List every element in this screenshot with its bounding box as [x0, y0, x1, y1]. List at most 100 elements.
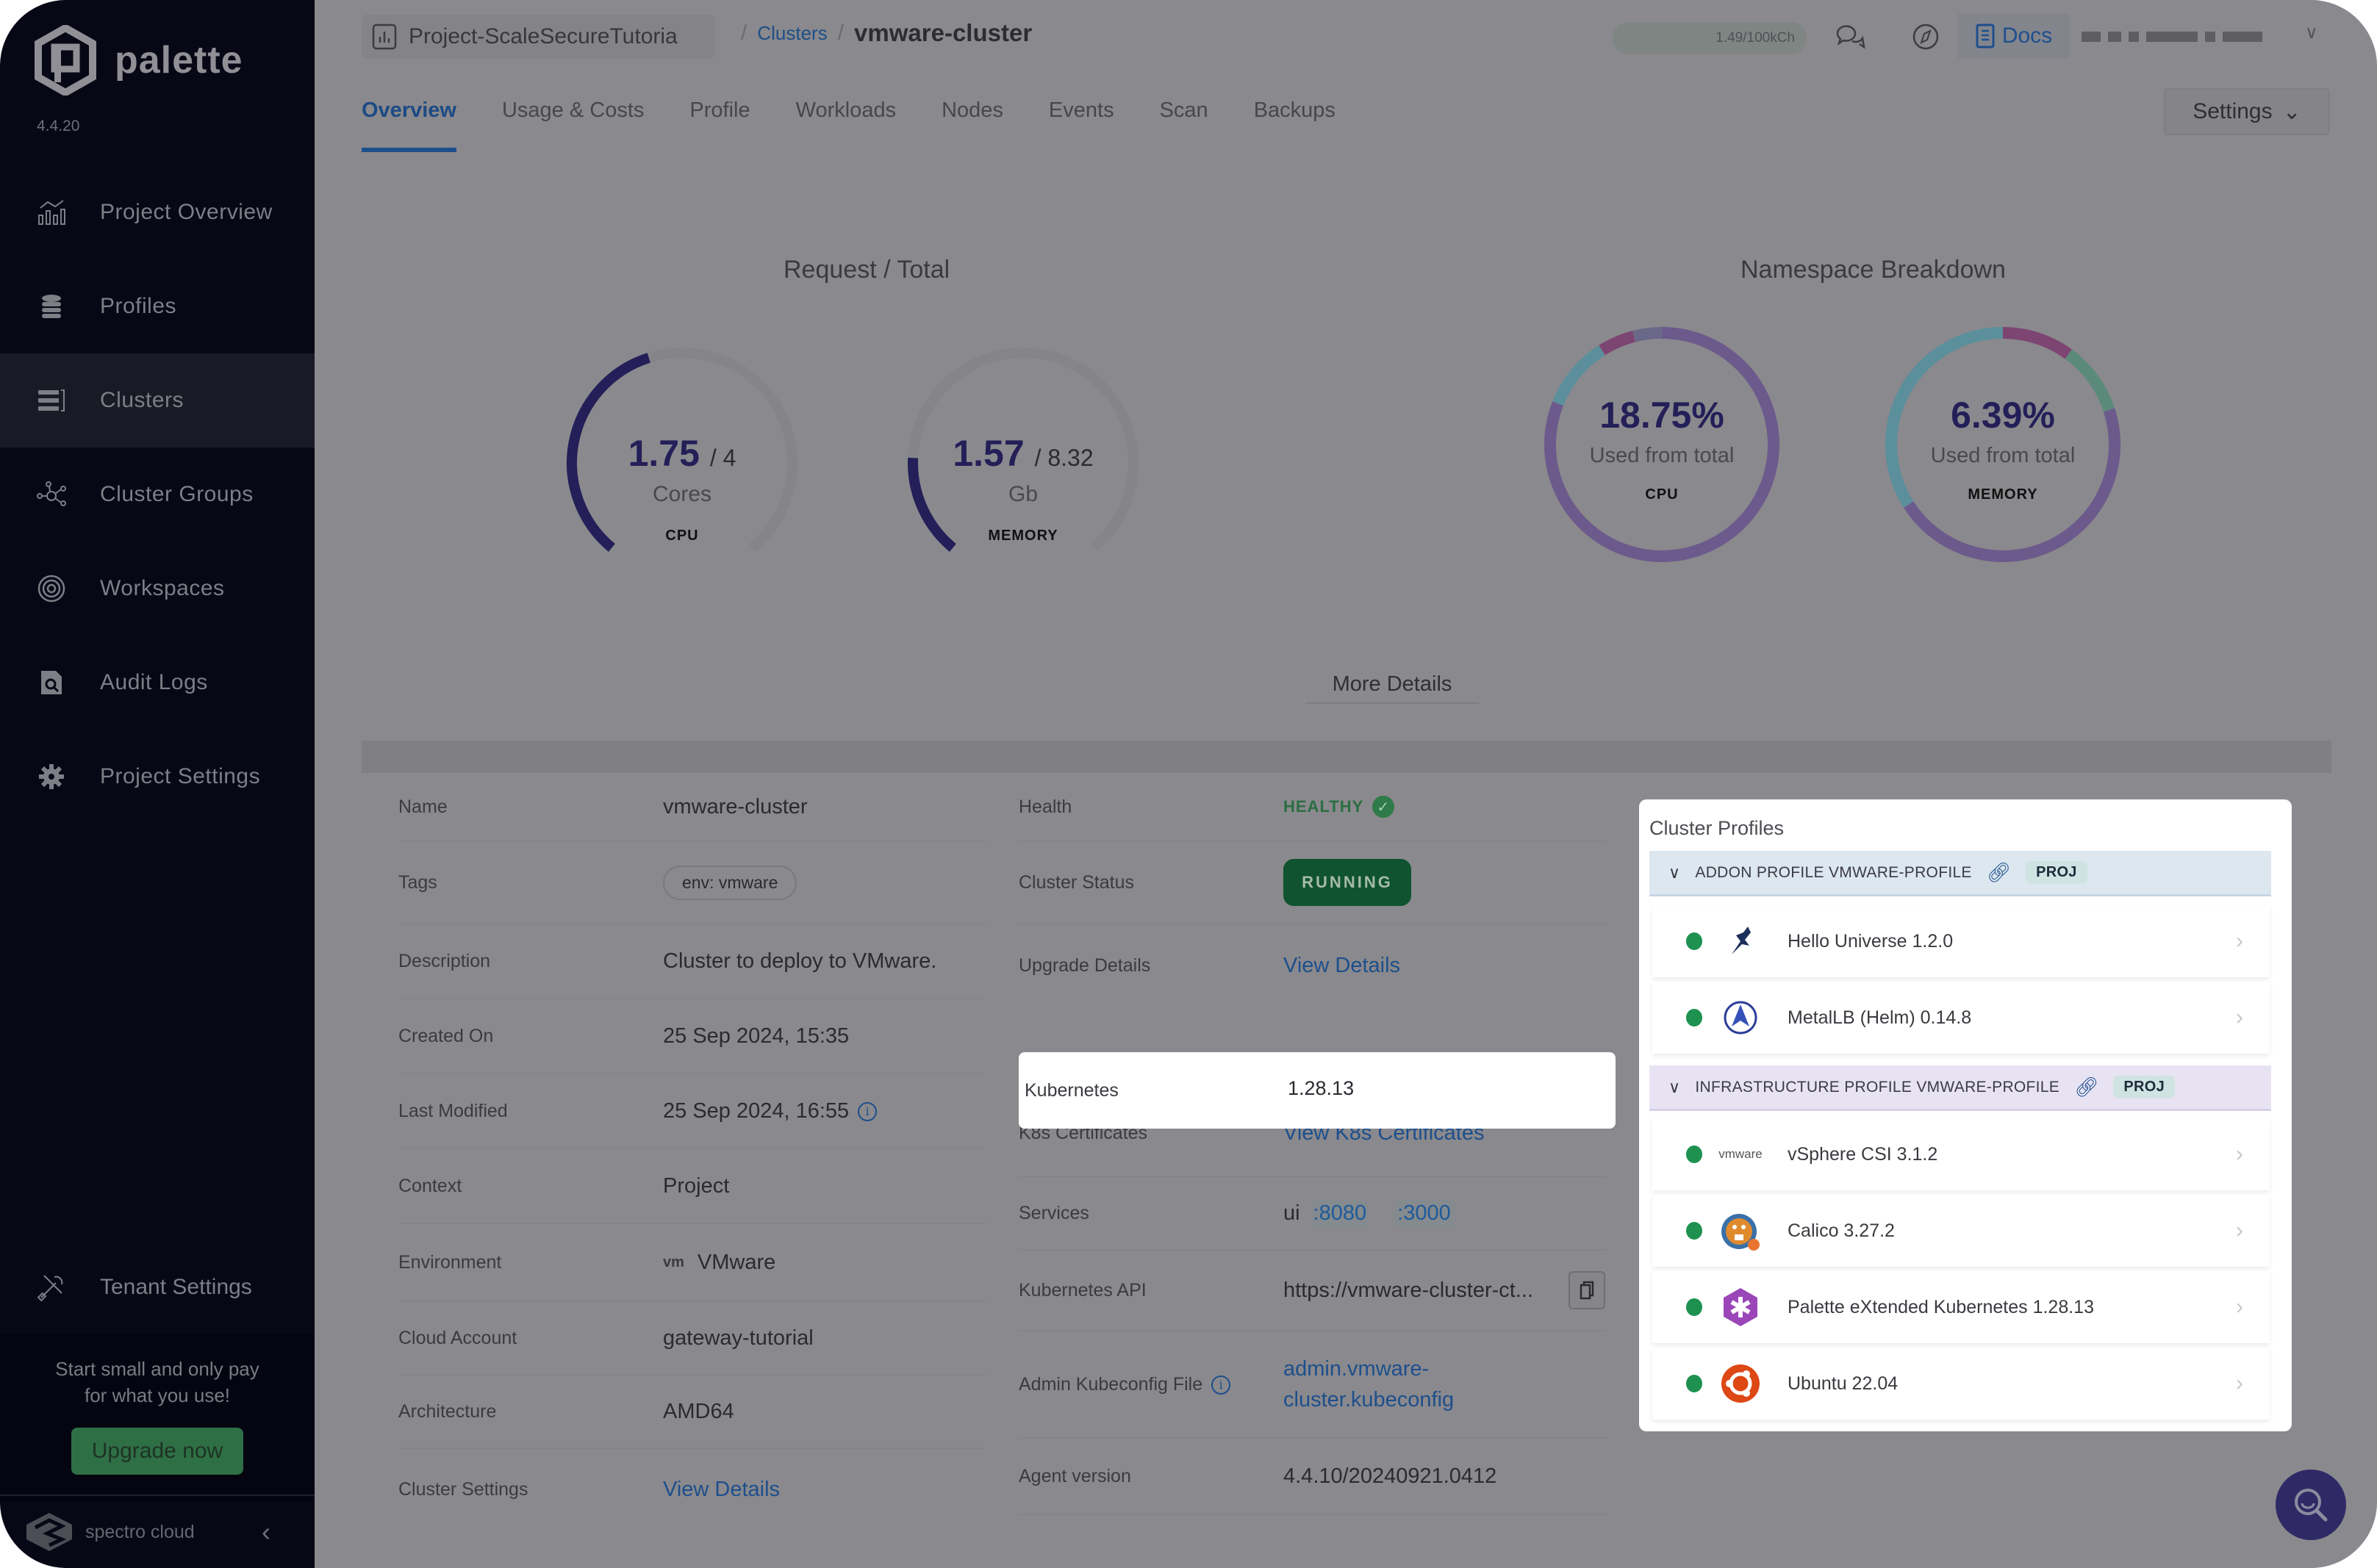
detail-row-cloud-account: Cloud Account gateway-tutorial: [398, 1302, 986, 1375]
app-frame: palette 4.4.20 Project Overview Profiles: [0, 0, 2377, 1568]
vmware-icon: vmware: [1718, 1147, 1763, 1161]
cloud-account-value: gateway-tutorial: [663, 1326, 814, 1350]
info-icon[interactable]: i: [1211, 1375, 1231, 1395]
sidebar-item-workspaces[interactable]: Workspaces: [0, 542, 315, 636]
description-value: Cluster to deploy to VMware.: [663, 949, 937, 973]
sidebar-item-profiles[interactable]: Profiles: [0, 259, 315, 353]
tab-workloads[interactable]: Workloads: [796, 82, 896, 152]
palette-logo-icon: [35, 25, 96, 96]
cpu-gauge-value-wrap: 1.75 / 4: [557, 432, 807, 475]
upgrade-view-details-link[interactable]: View Details: [1283, 954, 1400, 978]
link-icon[interactable]: 🔗︎: [2074, 1076, 2098, 1098]
upgrade-now-button[interactable]: Upgrade now: [71, 1428, 243, 1475]
pack-name: Ubuntu 22.04: [1788, 1373, 1899, 1394]
settings-dropdown-button[interactable]: Settings ⌄: [2164, 88, 2330, 135]
chevron-right-icon: ›: [2236, 1142, 2243, 1166]
proj-badge: PROJ: [2113, 1076, 2176, 1098]
link-icon[interactable]: 🔗︎: [1987, 861, 2011, 884]
infrastructure-profile-header[interactable]: ∨ INFRASTRUCTURE PROFILE VMWARE-PROFILE …: [1649, 1065, 2271, 1111]
environment-value: VMware: [697, 1250, 776, 1274]
pack-row-vsphere-csi[interactable]: vmware vSphere CSI 3.1.2 ›: [1652, 1118, 2270, 1190]
chevron-down-icon: ⌄: [2282, 99, 2301, 124]
help-search-button[interactable]: [2276, 1470, 2346, 1540]
namespace-memory-label: MEMORY: [1968, 486, 2038, 503]
pack-row-pxk[interactable]: Palette eXtended Kubernetes 1.28.13 ›: [1652, 1271, 2270, 1343]
sidebar-item-tenant-settings[interactable]: Tenant Settings: [0, 1240, 315, 1334]
sidebar-item-project-settings[interactable]: Project Settings: [0, 730, 315, 824]
pack-row-ubuntu[interactable]: Ubuntu 22.04 ›: [1652, 1348, 2270, 1420]
pxk-icon: [1720, 1287, 1761, 1328]
detail-label-wrap: Admin Kubeconfig File i: [1019, 1374, 1231, 1395]
sidebar-item-label: Project Overview: [100, 200, 273, 224]
detail-label: Tags: [398, 871, 437, 893]
compass-icon[interactable]: [1908, 19, 1943, 54]
more-details-button[interactable]: More Details: [1305, 664, 1479, 704]
project-selector[interactable]: Project-ScaleSecureTutoria: [362, 15, 714, 59]
pack-name: Hello Universe 1.2.0: [1788, 930, 1954, 952]
addon-profile-header[interactable]: ∨ ADDON PROFILE VMWARE-PROFILE 🔗︎ PROJ: [1649, 851, 2271, 896]
pack-row-hello-universe[interactable]: Hello Universe 1.2.0 ›: [1652, 905, 2270, 977]
tab-backups[interactable]: Backups: [1254, 82, 1336, 152]
detail-row-upgrade-details: Upgrade Details View Details: [1019, 924, 1607, 1007]
network-icon: [37, 480, 66, 509]
detail-row-health: Health HEALTHY ✓: [1019, 773, 1607, 842]
proj-badge: PROJ: [2026, 861, 2087, 884]
chevron-down-icon[interactable]: ∨: [1668, 1078, 1680, 1097]
sidebar-item-label: Cluster Groups: [100, 482, 254, 506]
service-port-link[interactable]: :8080: [1310, 1199, 1370, 1227]
detail-label: Created On: [398, 1025, 494, 1046]
check-circle-icon: ✓: [1372, 796, 1395, 818]
copy-icon: [1580, 1281, 1594, 1300]
detail-row-kubernetes: Kubernetes 1.28.13: [1019, 1052, 1616, 1129]
detail-row-environment: Environment vm VMware: [398, 1224, 986, 1302]
tab-scan[interactable]: Scan: [1160, 82, 1208, 152]
tab-overview[interactable]: Overview: [362, 82, 456, 152]
pack-row-metallb[interactable]: MetalLB (Helm) 0.14.8 ›: [1652, 982, 2270, 1054]
stack-icon: [37, 292, 66, 321]
health-value: HEALTHY: [1283, 797, 1364, 816]
cluster-settings-view-details-link[interactable]: View Details: [663, 1478, 780, 1502]
sidebar-item-project-overview[interactable]: Project Overview: [0, 165, 315, 259]
namespace-memory-donut: 6.39% Used from total MEMORY: [1882, 323, 2124, 566]
kubeconfig-filename-line1: admin.vmware-: [1283, 1357, 1430, 1381]
detail-label: Health: [1019, 796, 1072, 817]
tab-usage-costs[interactable]: Usage & Costs: [502, 82, 644, 152]
namespace-cpu-donut-segment-3: [1632, 327, 1663, 342]
sidebar-item-cluster-groups[interactable]: Cluster Groups: [0, 447, 315, 542]
service-port-link[interactable]: :3000: [1394, 1199, 1454, 1227]
detail-label: Cluster Settings: [398, 1478, 528, 1500]
chevron-right-icon: ›: [2236, 1005, 2243, 1029]
agent-version-value: 4.4.10/20240921.0412: [1283, 1464, 1497, 1488]
detail-row-agent-version: Agent version 4.4.10/20240921.0412: [1019, 1439, 1607, 1515]
detail-row-services: Services ui:8080:3000: [1019, 1177, 1607, 1251]
status-dot: [1686, 1298, 1702, 1316]
user-menu-redacted[interactable]: [2082, 28, 2302, 46]
breadcrumb-clusters-link[interactable]: Clusters: [757, 22, 827, 45]
created-on-value: 25 Sep 2024, 15:35: [663, 1024, 850, 1048]
tab-profile[interactable]: Profile: [689, 82, 750, 152]
vmware-icon: vm: [663, 1254, 684, 1270]
docs-button[interactable]: Docs: [1958, 13, 2070, 59]
copy-button[interactable]: [1568, 1271, 1605, 1309]
palette-logo[interactable]: palette: [34, 25, 243, 96]
tab-nodes[interactable]: Nodes: [942, 82, 1003, 152]
app-name: palette: [115, 39, 243, 82]
pack-row-calico[interactable]: Calico 3.27.2 ›: [1652, 1195, 2270, 1267]
credits-usage-pill[interactable]: 1.49/100kCh: [1613, 22, 1807, 54]
chevron-down-icon[interactable]: ∨: [1668, 863, 1680, 882]
infrastructure-profile-name: INFRASTRUCTURE PROFILE VMWARE-PROFILE: [1695, 1078, 2060, 1096]
log-search-icon: [37, 668, 66, 697]
status-dot: [1686, 1375, 1702, 1392]
sidebar-item-clusters[interactable]: Clusters: [0, 353, 315, 447]
info-icon[interactable]: i: [858, 1101, 878, 1121]
user-menu-chevron-icon[interactable]: ∨: [2305, 22, 2318, 43]
sidebar-item-audit-logs[interactable]: Audit Logs: [0, 636, 315, 730]
tab-events[interactable]: Events: [1049, 82, 1114, 152]
card-divider: [362, 741, 2331, 773]
namespace-cpu-percent: 18.75%: [1599, 395, 1724, 436]
architecture-value: AMD64: [663, 1399, 734, 1423]
collapse-sidebar-icon[interactable]: ‹: [262, 1517, 270, 1547]
chat-icon[interactable]: [1833, 19, 1868, 54]
kubeconfig-download-link[interactable]: admin.vmware- cluster.kubeconfig: [1283, 1353, 1454, 1415]
cpu-label: CPU: [665, 528, 699, 544]
